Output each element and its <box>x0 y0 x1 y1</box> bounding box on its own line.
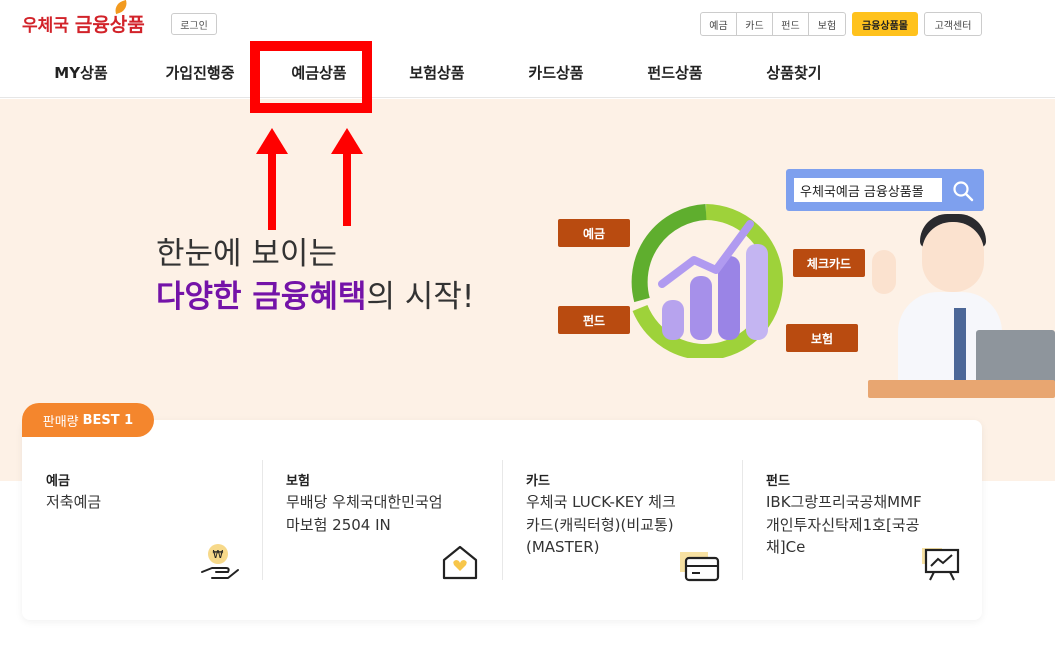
best-item-name[interactable]: 저축예금 <box>46 491 246 514</box>
tag-deposit: 예금 <box>558 219 630 247</box>
search-icon[interactable] <box>952 180 974 202</box>
best-item-insurance[interactable]: 보험 무배당 우체국대한민국엄마보험 2504 IN <box>286 460 526 580</box>
person-tie <box>954 308 966 382</box>
nav-item-in-progress[interactable]: 가입진행중 <box>165 62 234 83</box>
quick-link-insurance[interactable]: 보험 <box>809 13 845 35</box>
login-button[interactable]: 로그인 <box>171 13 217 35</box>
tag-fund: 펀드 <box>558 306 630 334</box>
nav-item-my-products[interactable]: MY상품 <box>54 62 107 83</box>
person-illustration-icon <box>922 222 984 292</box>
logo[interactable]: 우체국 금융상품 <box>22 0 145 37</box>
nav-item-card-products[interactable]: 카드상품 <box>528 62 583 83</box>
hero-headline-rest: 의 시작! <box>366 279 475 315</box>
money-hand-icon: ₩ <box>201 544 239 579</box>
best-badge: 판매량 BEST 1 <box>22 403 154 437</box>
logo-prefix: 우체국 <box>22 16 69 36</box>
divider <box>742 460 743 580</box>
divider <box>502 460 503 580</box>
presentation-chart-icon <box>922 548 960 581</box>
hero-search-box[interactable]: 우체국예금 금융상품몰 <box>786 169 984 211</box>
tag-insurance: 보험 <box>786 324 858 352</box>
person-pointing-hand <box>872 250 896 294</box>
tag-check-card: 체크카드 <box>793 249 865 277</box>
nav-item-fund-products[interactable]: 펀드상품 <box>647 62 702 83</box>
best-item-category: 카드 <box>526 474 550 489</box>
house-heart-icon <box>442 545 478 580</box>
financial-mall-button[interactable]: 금융상품몰 <box>852 12 918 36</box>
laptop-icon <box>976 330 1055 384</box>
hero-headline-highlight: 다양한 금융혜택 <box>156 279 367 315</box>
credit-card-icon <box>680 552 720 582</box>
annotation-arrow-icon <box>256 128 288 230</box>
nav-item-insurance-products[interactable]: 보험상품 <box>409 62 464 83</box>
annotation-arrow-icon <box>331 128 363 226</box>
best-item-name[interactable]: IBK그랑프리국공채MMF개인투자신탁제1호[국공채]Ce <box>766 491 926 559</box>
quick-link-card[interactable]: 카드 <box>737 13 773 35</box>
divider <box>262 460 263 580</box>
header: 우체국 금융상품 로그인 예금 카드 펀드 보험 금융상품몰 고객센터 MY상품… <box>0 0 1055 98</box>
best-item-deposit[interactable]: 예금 저축예금 <box>46 460 286 580</box>
best-badge-prefix: 판매량 <box>42 414 79 430</box>
best-item-name[interactable]: 우체국 LUCK-KEY 체크카드(캐릭터형)(비교통)(MASTER) <box>526 491 676 559</box>
desk <box>868 380 1055 398</box>
best-item-category: 펀드 <box>766 474 790 489</box>
nav-item-find-products[interactable]: 상품찾기 <box>766 62 821 83</box>
best-badge-bold: BEST 1 <box>82 412 134 428</box>
hero-search-input[interactable]: 우체국예금 금융상품몰 <box>794 178 942 202</box>
hero-headline-line2: 다양한 금융혜택의 시작! <box>156 271 474 316</box>
quick-link-fund[interactable]: 펀드 <box>773 13 809 35</box>
logo-main: 금융상품 <box>74 14 145 36</box>
best-item-fund[interactable]: 펀드 IBK그랑프리국공채MMF개인투자신탁제1호[국공채]Ce <box>766 460 1006 580</box>
quick-link-deposit[interactable]: 예금 <box>701 13 737 35</box>
annotation-highlight-box <box>250 41 372 113</box>
best-item-category: 보험 <box>286 474 310 489</box>
growth-chart-illustration-icon <box>631 204 783 358</box>
logo-leaf-icon <box>112 0 130 15</box>
customer-center-button[interactable]: 고객센터 <box>924 12 982 36</box>
svg-text:₩: ₩ <box>213 548 224 561</box>
best-item-name[interactable]: 무배당 우체국대한민국엄마보험 2504 IN <box>286 491 446 536</box>
quick-links: 예금 카드 펀드 보험 <box>700 12 846 36</box>
main-nav: MY상품 가입진행중 예금상품 보험상품 카드상품 펀드상품 상품찾기 <box>0 62 1055 84</box>
best-item-card[interactable]: 카드 우체국 LUCK-KEY 체크카드(캐릭터형)(비교통)(MASTER) <box>526 460 766 580</box>
best-item-category: 예금 <box>46 474 70 489</box>
hero-headline-line1: 한눈에 보이는 <box>156 236 337 272</box>
